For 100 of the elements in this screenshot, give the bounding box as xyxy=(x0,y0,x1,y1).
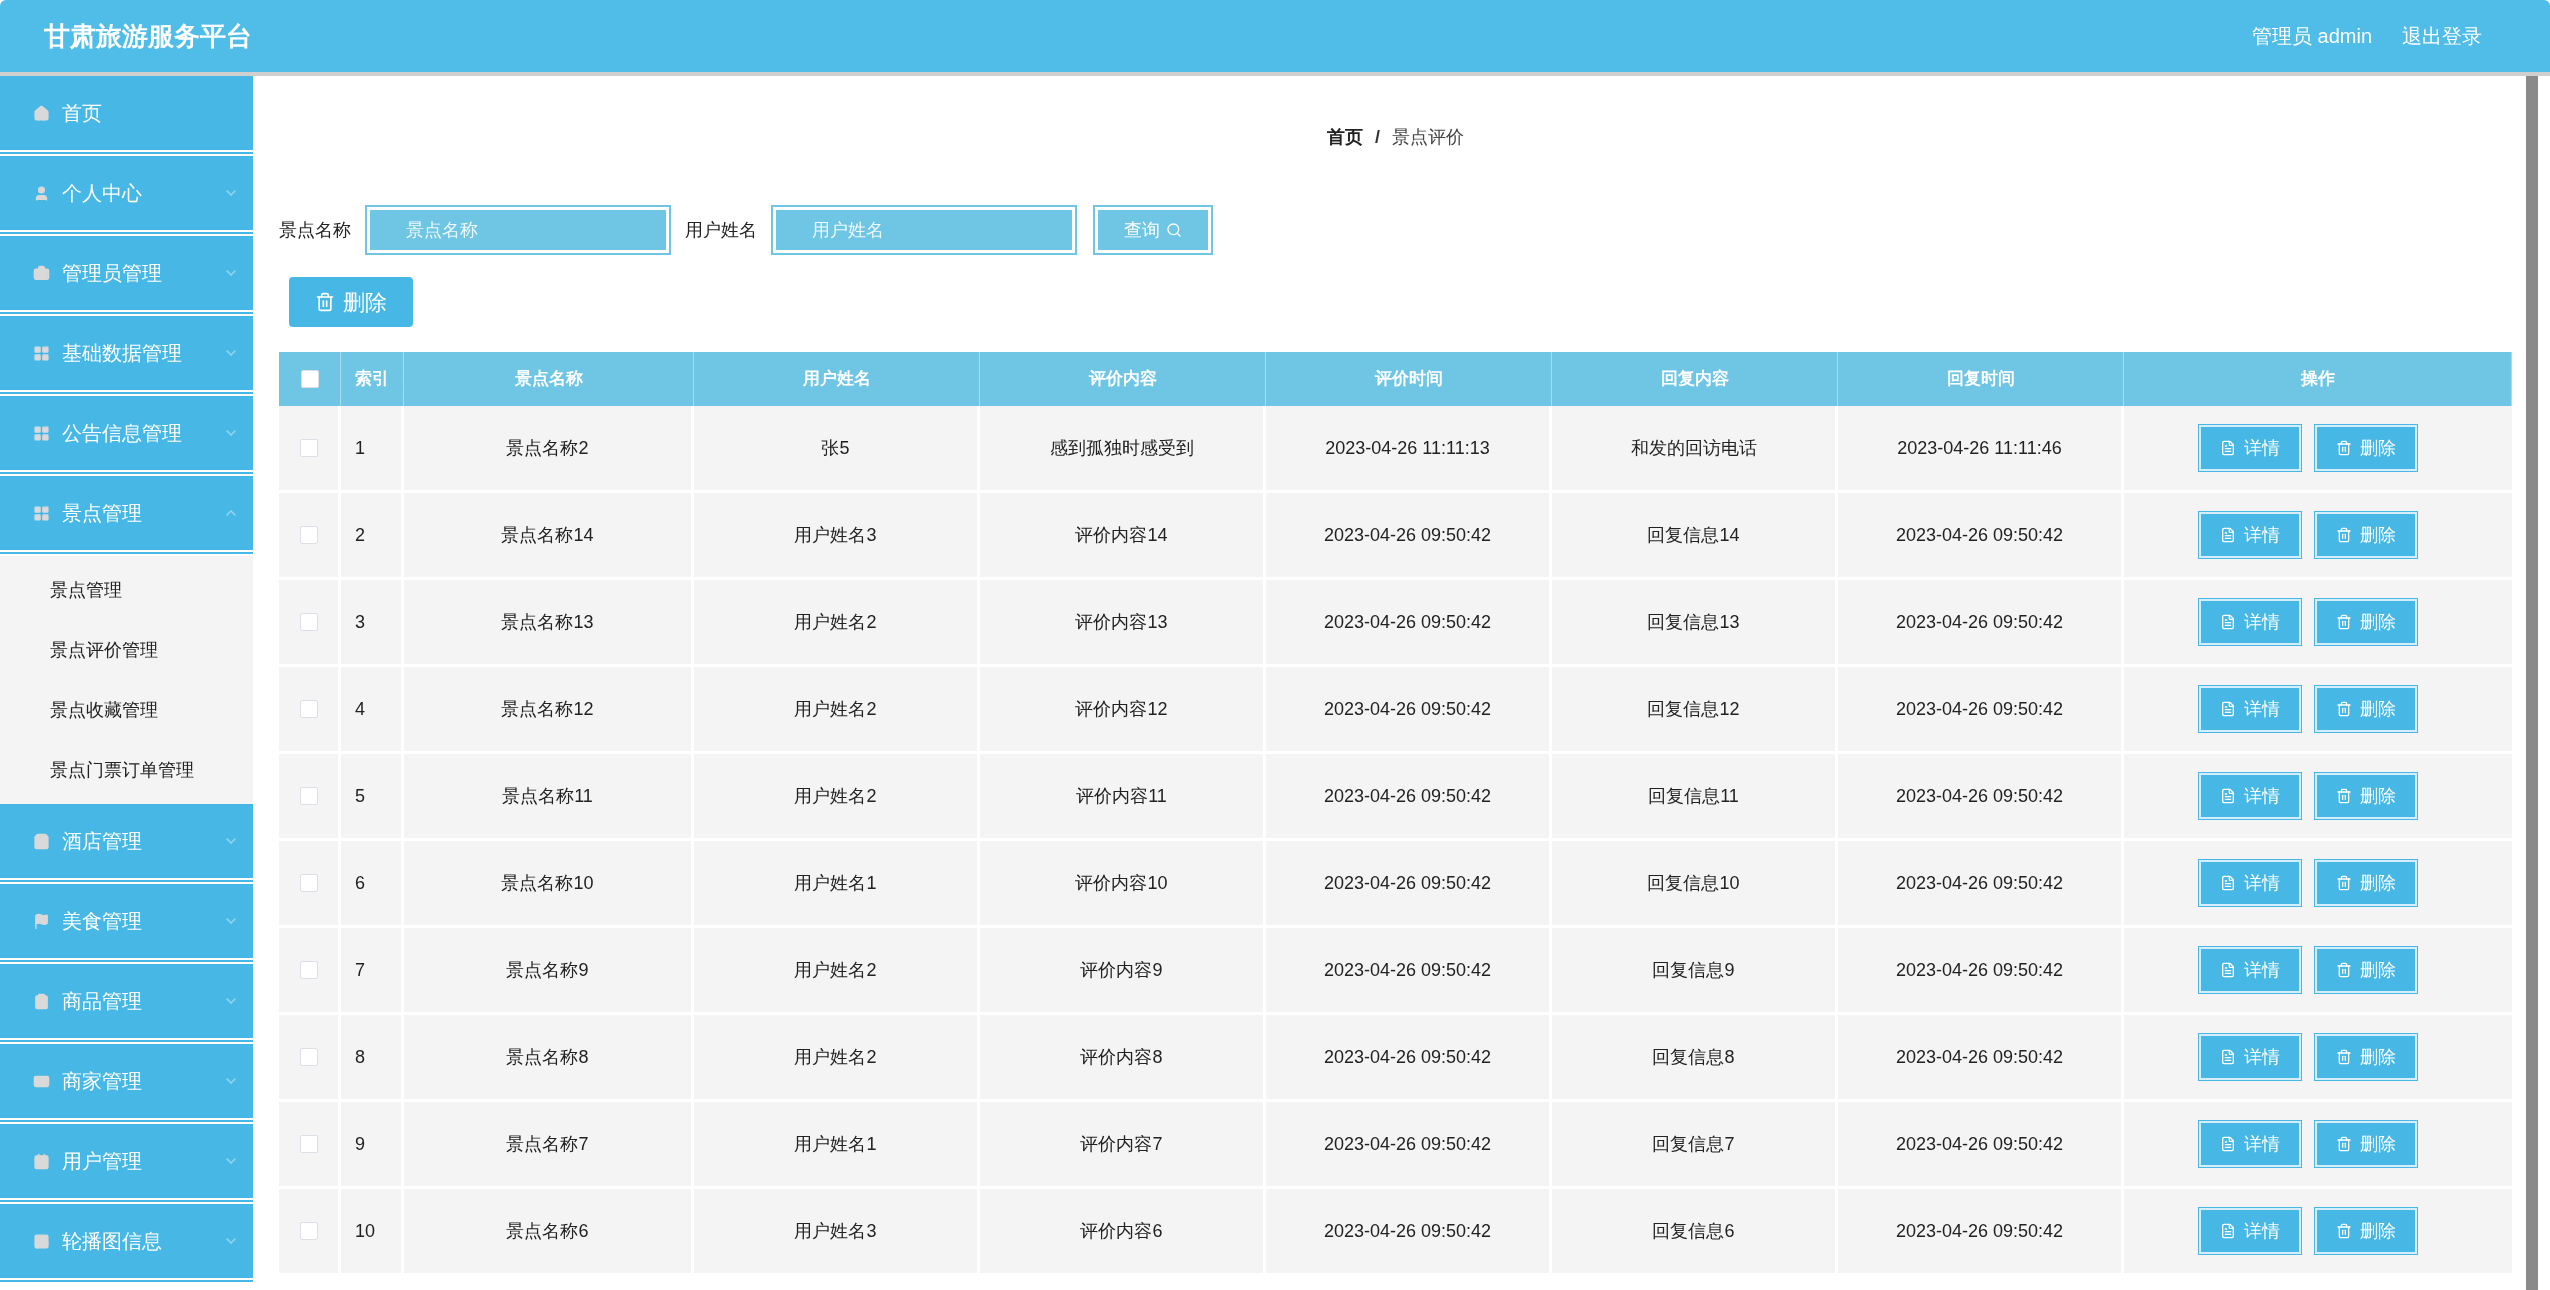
table-cell-text: 用户姓名1 xyxy=(794,1132,877,1156)
table-cell-text: 张5 xyxy=(821,436,850,460)
checkbox[interactable] xyxy=(299,787,318,805)
table-cell-text: 回复信息12 xyxy=(1647,697,1740,721)
trash-icon xyxy=(2336,527,2352,543)
table-cell-text: 景点名称8 xyxy=(506,1045,589,1069)
table-cell-text: 7 xyxy=(355,958,365,982)
details-button[interactable]: 详情 xyxy=(2199,860,2301,906)
delete-button[interactable]: 删除 xyxy=(2315,947,2417,993)
table-cell-text: 和发的回访电话 xyxy=(1630,436,1757,460)
delete-button[interactable]: 删除 xyxy=(2315,1034,2417,1080)
delete-button[interactable]: 删除 xyxy=(2315,1121,2417,1167)
delete-button[interactable]: 删除 xyxy=(2315,773,2417,819)
delete-button[interactable]: 删除 xyxy=(2315,686,2417,732)
sidebar-item[interactable]: 商品管理 xyxy=(0,964,253,1044)
delete-button[interactable]: 删除 xyxy=(2315,860,2417,906)
breadcrumb-item[interactable]: 首页 xyxy=(1327,123,1363,151)
checkbox[interactable] xyxy=(299,874,318,892)
sidebar-item[interactable]: 用户管理 xyxy=(0,1124,253,1204)
delete-button[interactable]: 删除 xyxy=(289,277,413,327)
column-header: 回复时间 xyxy=(1946,368,2015,391)
checkbox[interactable] xyxy=(299,1048,318,1066)
search-field[interactable]: 景点名称 xyxy=(367,207,669,253)
field-label: 用户姓名 xyxy=(685,218,757,242)
table-cell-text: 2023-04-26 09:50:42 xyxy=(1323,958,1492,982)
sidebar-item[interactable]: 酒店管理 xyxy=(0,804,253,884)
details-button[interactable]: 详情 xyxy=(2199,599,2301,645)
sidebar-item[interactable]: 基础数据管理 xyxy=(0,316,253,396)
checkbox[interactable] xyxy=(299,1135,318,1153)
table-cell-text: 评价内容9 xyxy=(1080,958,1163,982)
checkbox[interactable] xyxy=(299,700,318,718)
details-button[interactable]: 详情 xyxy=(2199,773,2301,819)
sidebar-item[interactable]: 美食管理 xyxy=(0,884,253,964)
submenu-item[interactable]: 景点评价管理 xyxy=(0,620,253,680)
table-cell-text: 用户姓名3 xyxy=(794,1219,877,1243)
sidebar-item[interactable]: 管理员管理 xyxy=(0,236,253,316)
user-icon xyxy=(33,184,50,202)
trash-icon xyxy=(2336,1136,2352,1152)
column-header: 操作 xyxy=(2300,368,2335,391)
search-icon xyxy=(1166,222,1182,238)
search-field[interactable]: 用户姓名 xyxy=(773,207,1075,253)
sidebar-item[interactable]: 首页 xyxy=(0,76,253,156)
sidebar-item[interactable]: 个人中心 xyxy=(0,156,253,236)
table-cell-text: 景点名称13 xyxy=(501,610,594,634)
table-cell-text: 2023-04-26 11:11:13 xyxy=(1325,436,1490,460)
table-cell-text: 回复信息14 xyxy=(1647,523,1740,547)
checkbox[interactable] xyxy=(299,961,318,979)
table-cell-text: 4 xyxy=(355,697,365,721)
details-button[interactable]: 详情 xyxy=(2199,1034,2301,1080)
delete-button[interactable]: 删除 xyxy=(2315,1208,2417,1254)
table-cell-text: 景点名称12 xyxy=(501,697,594,721)
search-button[interactable]: 查询 xyxy=(1095,207,1211,253)
sidebar-item[interactable]: 轮播图信息 xyxy=(0,1204,253,1284)
details-button[interactable]: 详情 xyxy=(2199,512,2301,558)
table-cell-text: 评价内容14 xyxy=(1075,523,1168,547)
table-cell-text: 景点名称10 xyxy=(501,871,594,895)
table-cell-text: 评价内容13 xyxy=(1075,610,1168,634)
details-button[interactable]: 详情 xyxy=(2199,1208,2301,1254)
delete-button[interactable]: 删除 xyxy=(2315,512,2417,558)
document-icon xyxy=(2220,788,2236,804)
document-icon xyxy=(2220,614,2236,630)
details-button[interactable]: 详情 xyxy=(2199,686,2301,732)
checkbox[interactable] xyxy=(300,370,319,388)
logout-link[interactable]: 退出登录 xyxy=(2402,21,2482,51)
submenu-item[interactable]: 景点管理 xyxy=(0,560,253,620)
delete-button[interactable]: 删除 xyxy=(2315,425,2417,471)
table-cell-text: 回复信息7 xyxy=(1652,1132,1735,1156)
checkbox[interactable] xyxy=(299,1222,318,1240)
breadcrumb-separator: / xyxy=(1375,125,1380,149)
table-cell-text: 回复信息13 xyxy=(1647,610,1740,634)
table-cell-text: 景点名称7 xyxy=(506,1132,589,1156)
table-cell-text: 用户姓名2 xyxy=(794,1045,877,1069)
submenu-item[interactable]: 景点门票订单管理 xyxy=(0,740,253,800)
checkbox[interactable] xyxy=(299,439,318,457)
table-cell-text: 回复信息6 xyxy=(1652,1219,1735,1243)
table-cell-text: 用户姓名2 xyxy=(794,610,877,634)
submenu-item[interactable]: 景点收藏管理 xyxy=(0,680,253,740)
delete-button[interactable]: 删除 xyxy=(2315,599,2417,645)
table-cell-text: 回复信息9 xyxy=(1652,958,1735,982)
details-button[interactable]: 详情 xyxy=(2199,1121,2301,1167)
details-button[interactable]: 详情 xyxy=(2199,947,2301,993)
grid-icon xyxy=(33,504,50,522)
details-button[interactable]: 详情 xyxy=(2199,425,2301,471)
table-cell-text: 2023-04-26 09:50:42 xyxy=(1895,523,2064,547)
trash-icon xyxy=(315,292,335,312)
sidebar-item[interactable]: 景点管理 xyxy=(0,476,253,556)
table-cell-text: 2023-04-26 09:50:42 xyxy=(1895,1132,2064,1156)
table-cell-text: 评价内容12 xyxy=(1075,697,1168,721)
column-header: 用户姓名 xyxy=(802,368,871,391)
sidebar-item[interactable]: 商家管理 xyxy=(0,1044,253,1124)
table-cell-text: 1 xyxy=(355,436,365,460)
checkbox[interactable] xyxy=(299,613,318,631)
document-icon xyxy=(2220,1136,2236,1152)
table-cell-text: 2023-04-26 09:50:42 xyxy=(1895,871,2064,895)
table-cell-text: 景点名称14 xyxy=(501,523,594,547)
sidebar-item[interactable]: 公告信息管理 xyxy=(0,396,253,476)
checkbox[interactable] xyxy=(299,526,318,544)
table-cell-text: 评价内容8 xyxy=(1080,1045,1163,1069)
table-cell-text: 评价内容7 xyxy=(1080,1132,1163,1156)
table-cell-text: 8 xyxy=(355,1045,365,1069)
